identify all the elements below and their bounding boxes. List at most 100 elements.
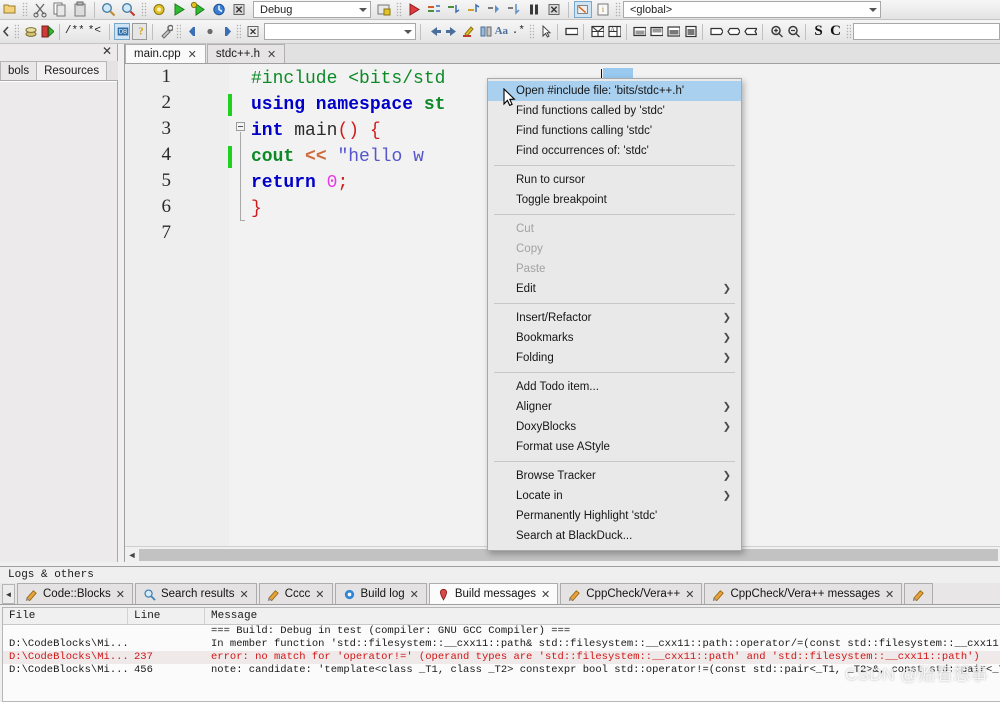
close-icon[interactable]: ✕ (267, 48, 276, 61)
close-icon[interactable]: ✕ (102, 45, 112, 57)
build-and-run-icon[interactable] (190, 1, 208, 18)
close-icon[interactable]: ✕ (685, 588, 694, 601)
toolbar-gripper[interactable] (175, 24, 181, 39)
code-line[interactable]: } (251, 196, 262, 222)
search-input[interactable] (263, 23, 416, 40)
menu-item[interactable]: Folding ❯ (488, 348, 741, 368)
box-center-icon[interactable] (725, 23, 741, 40)
font-s-icon[interactable]: S (811, 23, 826, 40)
clear-bookmarks-icon[interactable] (244, 23, 259, 40)
editor-context-menu[interactable]: Open #include file: 'bits/stdc++.h' Find … (487, 78, 742, 551)
build-messages-table[interactable]: File Line Message === Build: Debug in te… (2, 607, 1000, 702)
class-browser-icon[interactable] (22, 23, 37, 40)
logs-tab-build-messages[interactable]: Build messages ✕ (428, 583, 559, 604)
open-file-icon[interactable] (1, 1, 19, 18)
menu-item[interactable]: Permanently Highlight 'stdc' (488, 506, 741, 526)
menu-item[interactable]: DoxyBlocks ❯ (488, 417, 741, 437)
various-info-icon[interactable]: i (594, 1, 612, 18)
logs-tab-extra[interactable] (904, 583, 934, 604)
abort-icon[interactable] (230, 1, 248, 18)
break-debugger-icon[interactable] (525, 1, 543, 18)
column-header-line[interactable]: Line (128, 608, 205, 624)
close-icon[interactable]: ✕ (541, 588, 550, 601)
run-icon[interactable] (170, 1, 188, 18)
menu-item[interactable]: Run to cursor (488, 170, 741, 190)
scroll-left-icon[interactable]: ◄ (125, 550, 139, 560)
close-icon[interactable]: ✕ (885, 588, 894, 601)
menu-item[interactable]: Locate in ❯ (488, 486, 741, 506)
layout-top-icon[interactable] (631, 23, 647, 40)
zoom-in-icon[interactable] (768, 23, 784, 40)
tabs-scroll-left-icon[interactable]: ◄ (2, 584, 15, 604)
close-icon[interactable]: ✕ (188, 48, 197, 61)
scope-combo[interactable]: <global> (623, 1, 881, 18)
debugging-windows-icon[interactable] (574, 1, 592, 18)
menu-item[interactable]: Open #include file: 'bits/stdc++.h' (488, 81, 741, 101)
goto-declaration-icon[interactable] (39, 23, 55, 40)
sidebar-tab-resources[interactable]: Resources (36, 61, 108, 80)
toolbar-gripper[interactable] (14, 24, 20, 39)
zoom-out-icon[interactable] (785, 23, 801, 40)
toolbar-gripper[interactable] (615, 2, 621, 17)
help-icon[interactable]: ? (131, 23, 148, 40)
toolbar-gripper[interactable] (528, 24, 534, 39)
cut-icon[interactable] (31, 1, 49, 18)
menu-item[interactable]: Bookmarks ❯ (488, 328, 741, 348)
logs-tab-cppcheck-vera-messages[interactable]: CppCheck/Vera++ messages ✕ (704, 583, 903, 604)
sidebar-tab-symbols[interactable]: bols (0, 61, 38, 80)
menu-item[interactable]: Search at BlackDuck... (488, 526, 741, 546)
back-icon[interactable] (426, 23, 441, 40)
match-case-icon[interactable]: Aa (494, 23, 509, 40)
layout-full-icon[interactable] (682, 23, 698, 40)
toolbar-gripper[interactable] (396, 2, 402, 17)
step-out-icon[interactable] (465, 1, 483, 18)
menu-item[interactable]: Toggle breakpoint (488, 190, 741, 210)
select-icon[interactable] (537, 23, 552, 40)
menu-item[interactable]: Insert/Refactor ❯ (488, 308, 741, 328)
split-icon[interactable] (589, 23, 604, 40)
doxyblocks-icon[interactable]: DB (114, 23, 130, 40)
code-line[interactable]: #include <bits/std (251, 66, 445, 92)
logs-tab-cccc[interactable]: Cccc ✕ (258, 583, 333, 604)
menu-item[interactable]: Browse Tracker ❯ (488, 466, 741, 486)
toolbar-gripper[interactable] (141, 2, 147, 17)
build-icon[interactable] (150, 1, 168, 18)
step-into-instruction-icon[interactable] (505, 1, 523, 18)
regex-icon[interactable]: .* (511, 23, 526, 40)
logs-tab-search-results[interactable]: Search results ✕ (134, 583, 257, 604)
frame-icon[interactable] (563, 23, 578, 40)
menu-item[interactable]: Find functions called by 'stdc' (488, 101, 741, 121)
highlight-icon[interactable] (460, 23, 475, 40)
stop-debugger-icon[interactable] (545, 1, 563, 18)
close-icon[interactable]: ✕ (315, 588, 324, 601)
column-header-message[interactable]: Message (205, 608, 1000, 624)
find-icon[interactable] (100, 1, 118, 18)
prev-bookmark-icon[interactable] (184, 23, 199, 40)
debug-run-icon[interactable] (405, 1, 423, 18)
uncomment-icon[interactable]: *< (85, 23, 103, 40)
table-row[interactable]: D:\CodeBlocks\Mi... In member function 's… (3, 638, 1000, 651)
fold-toggle-icon[interactable] (236, 122, 245, 131)
menu-item[interactable]: Edit ❯ (488, 279, 741, 299)
toolbar-gripper[interactable] (235, 24, 241, 39)
code-line[interactable]: using namespace st (251, 92, 445, 118)
build-target-combo[interactable]: Debug (253, 1, 371, 18)
box-right-icon[interactable] (742, 23, 758, 40)
menu-item[interactable]: Find functions calling 'stdc' (488, 121, 741, 141)
close-icon[interactable]: ✕ (410, 588, 419, 601)
toolbar-gripper[interactable] (22, 2, 28, 17)
comment-icon[interactable]: /** (65, 23, 83, 40)
compare-icon[interactable] (477, 23, 492, 40)
table-row[interactable]: D:\CodeBlocks\Mi... 237 error: no match fo… (3, 651, 1000, 664)
menu-item[interactable]: Add Todo item... (488, 377, 741, 397)
select-target-icon[interactable] (375, 1, 393, 18)
close-icon[interactable]: ✕ (116, 588, 125, 601)
box-left-icon[interactable] (708, 23, 724, 40)
astyle-icon[interactable] (158, 23, 173, 40)
next-instruction-icon[interactable] (485, 1, 503, 18)
menu-item[interactable]: Format use AStyle (488, 437, 741, 457)
logs-tab-build-log[interactable]: Build log ✕ (334, 583, 427, 604)
font-c-icon[interactable]: C (828, 23, 843, 40)
find-next-icon[interactable] (120, 1, 138, 18)
back-nav-icon[interactable] (1, 23, 11, 40)
